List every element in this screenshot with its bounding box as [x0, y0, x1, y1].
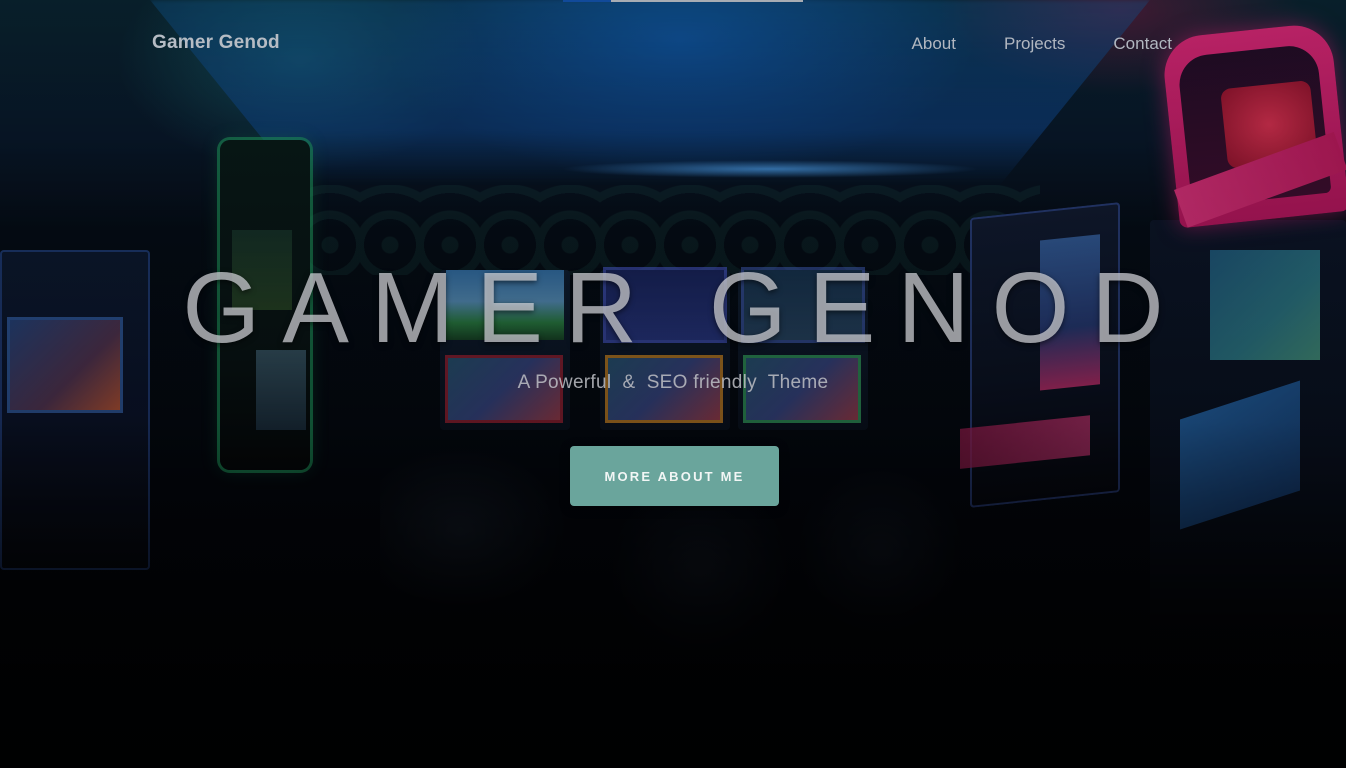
main-nav: About Projects Contact: [912, 34, 1172, 54]
hero-subtitle: A Powerful & SEO friendly Theme: [517, 372, 829, 393]
hero-title: GAMER GENOD: [182, 252, 1186, 364]
more-about-me-button[interactable]: MORE ABOUT ME: [570, 446, 779, 506]
nav-link-about[interactable]: About: [912, 34, 956, 54]
nav-link-contact[interactable]: Contact: [1113, 34, 1172, 54]
nav-link-projects[interactable]: Projects: [1004, 34, 1065, 54]
brand-logo-link[interactable]: Gamer Genod: [152, 32, 280, 54]
